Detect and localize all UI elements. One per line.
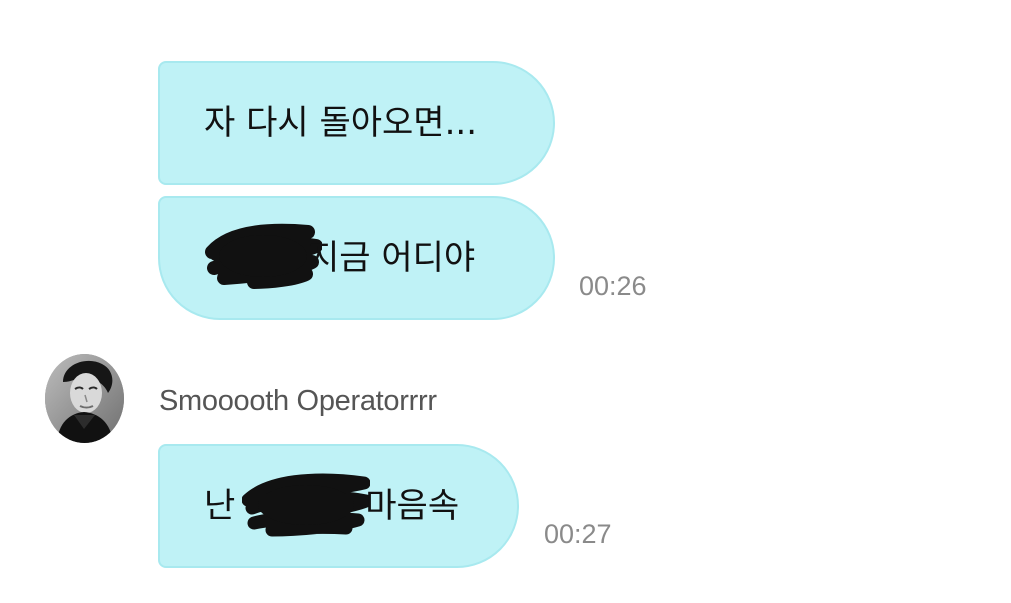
redaction-scribble [205,223,322,289]
message-bubble[interactable]: 자 다시 돌아오면... [158,61,555,185]
message-bubble[interactable]: 지금 어디야 [158,196,555,320]
message-bubble[interactable]: 난 마음속 [158,444,519,568]
avatar[interactable] [45,354,124,443]
person-portrait-icon [45,354,124,443]
message-text: 자 다시 돌아오면... [204,103,477,143]
message-text-prefix: 난 [204,486,236,526]
message-text: 지금 어디야 [308,238,476,278]
message-time: 00:26 [579,271,647,301]
message-text: 마음속 [365,486,460,526]
redaction-scribble [242,473,370,537]
message-time: 00:27 [544,519,612,549]
sender-name: Smooooth Operatorrrr [159,385,437,417]
